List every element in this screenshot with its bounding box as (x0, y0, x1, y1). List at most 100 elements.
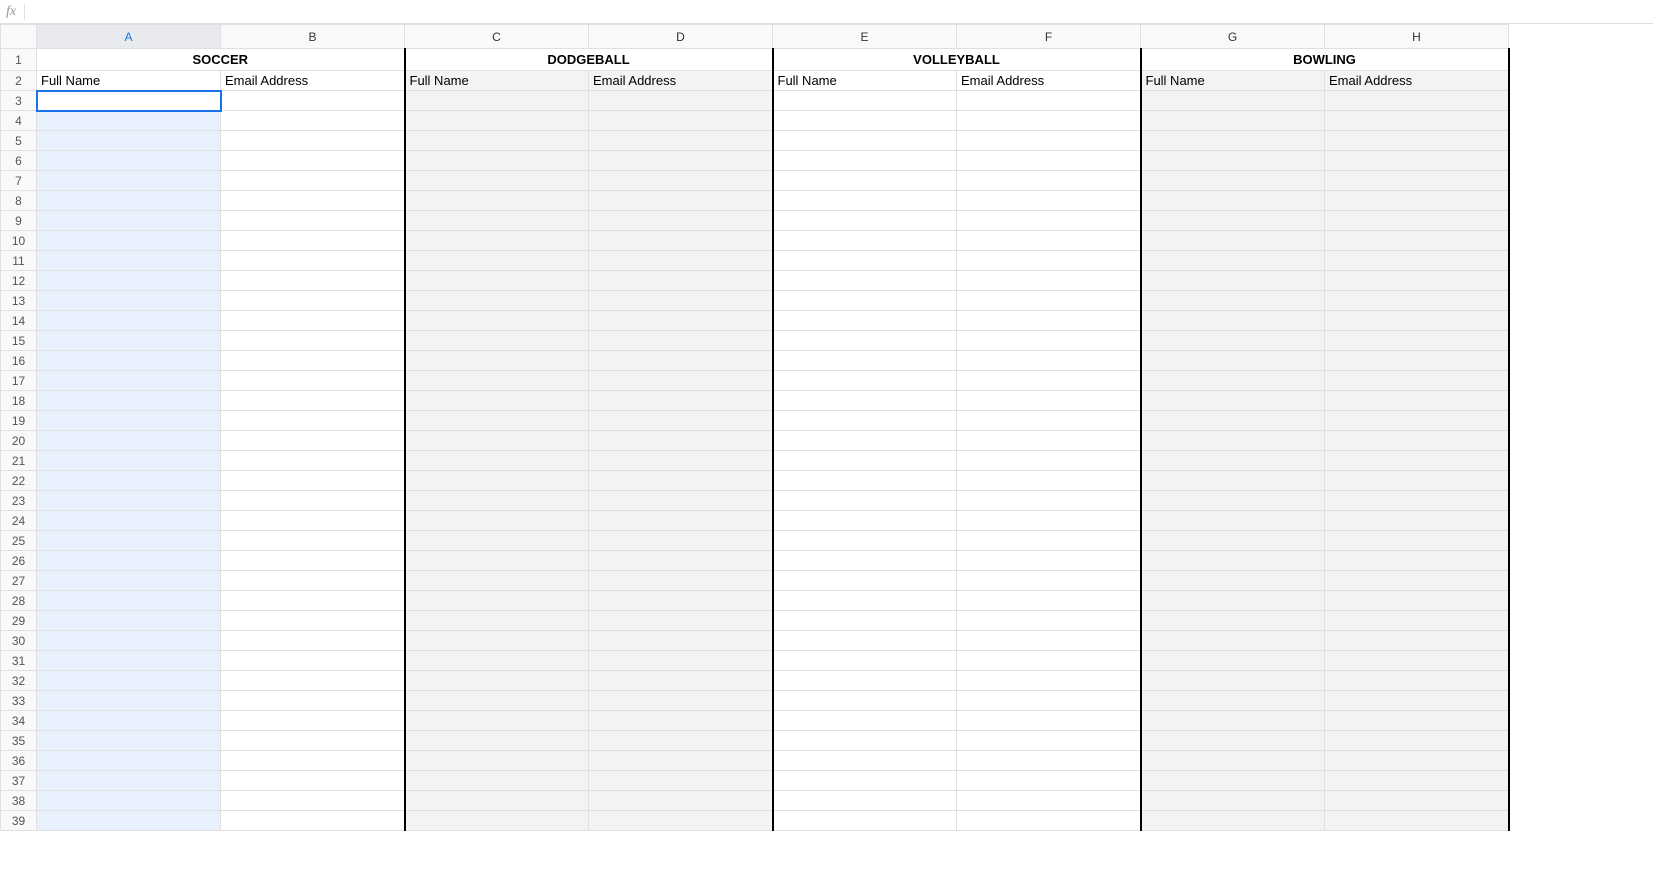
cell-A-27[interactable] (37, 571, 221, 591)
cell-E-6[interactable] (773, 151, 957, 171)
cell-B-11[interactable] (221, 251, 405, 271)
cell-B-28[interactable] (221, 591, 405, 611)
cell-C-11[interactable] (405, 251, 589, 271)
cell-D-36[interactable] (589, 751, 773, 771)
cell-G-38[interactable] (1141, 791, 1325, 811)
cell-C-21[interactable] (405, 451, 589, 471)
cell-G-8[interactable] (1141, 191, 1325, 211)
cell-B-19[interactable] (221, 411, 405, 431)
select-all-corner[interactable] (1, 25, 37, 49)
cell-H-38[interactable] (1325, 791, 1509, 811)
cell-E-29[interactable] (773, 611, 957, 631)
cell-B-24[interactable] (221, 511, 405, 531)
cell-A-7[interactable] (37, 171, 221, 191)
cell-F-15[interactable] (957, 331, 1141, 351)
row-header-21[interactable]: 21 (1, 451, 37, 471)
cell-C-25[interactable] (405, 531, 589, 551)
cell-C-8[interactable] (405, 191, 589, 211)
cell-B-38[interactable] (221, 791, 405, 811)
cell-H-7[interactable] (1325, 171, 1509, 191)
cell-C-19[interactable] (405, 411, 589, 431)
cell-E-34[interactable] (773, 711, 957, 731)
cell-A-30[interactable] (37, 631, 221, 651)
cell-B-14[interactable] (221, 311, 405, 331)
full-name-header-a[interactable]: Full Name (37, 71, 221, 91)
cell-A-12[interactable] (37, 271, 221, 291)
row-header-37[interactable]: 37 (1, 771, 37, 791)
cell-H-25[interactable] (1325, 531, 1509, 551)
cell-E-15[interactable] (773, 331, 957, 351)
cell-H-31[interactable] (1325, 651, 1509, 671)
row-header-31[interactable]: 31 (1, 651, 37, 671)
row-header-12[interactable]: 12 (1, 271, 37, 291)
row-header-30[interactable]: 30 (1, 631, 37, 651)
cell-C-18[interactable] (405, 391, 589, 411)
cell-F-9[interactable] (957, 211, 1141, 231)
cell-D-25[interactable] (589, 531, 773, 551)
cell-F-20[interactable] (957, 431, 1141, 451)
cell-D-13[interactable] (589, 291, 773, 311)
cell-C-14[interactable] (405, 311, 589, 331)
cell-F-6[interactable] (957, 151, 1141, 171)
cell-B-35[interactable] (221, 731, 405, 751)
cell-E-37[interactable] (773, 771, 957, 791)
cell-G-9[interactable] (1141, 211, 1325, 231)
cell-G-26[interactable] (1141, 551, 1325, 571)
full-name-header-g[interactable]: Full Name (1141, 71, 1325, 91)
cell-H-6[interactable] (1325, 151, 1509, 171)
cell-F-28[interactable] (957, 591, 1141, 611)
cell-H-14[interactable] (1325, 311, 1509, 331)
row-header-5[interactable]: 5 (1, 131, 37, 151)
cell-G-24[interactable] (1141, 511, 1325, 531)
cell-A-16[interactable] (37, 351, 221, 371)
cell-E-4[interactable] (773, 111, 957, 131)
cell-G-31[interactable] (1141, 651, 1325, 671)
cell-F-23[interactable] (957, 491, 1141, 511)
cell-H-22[interactable] (1325, 471, 1509, 491)
cell-E-9[interactable] (773, 211, 957, 231)
cell-D-15[interactable] (589, 331, 773, 351)
cell-E-24[interactable] (773, 511, 957, 531)
cell-D-33[interactable] (589, 691, 773, 711)
cell-E-17[interactable] (773, 371, 957, 391)
cell-C-3[interactable] (405, 91, 589, 111)
cell-B-39[interactable] (221, 811, 405, 831)
cell-B-12[interactable] (221, 271, 405, 291)
cell-G-23[interactable] (1141, 491, 1325, 511)
cell-F-33[interactable] (957, 691, 1141, 711)
cell-D-9[interactable] (589, 211, 773, 231)
cell-F-12[interactable] (957, 271, 1141, 291)
cell-C-24[interactable] (405, 511, 589, 531)
cell-F-22[interactable] (957, 471, 1141, 491)
cell-A-33[interactable] (37, 691, 221, 711)
cell-C-7[interactable] (405, 171, 589, 191)
cell-E-36[interactable] (773, 751, 957, 771)
cell-G-36[interactable] (1141, 751, 1325, 771)
cell-D-38[interactable] (589, 791, 773, 811)
cell-A-36[interactable] (37, 751, 221, 771)
cell-B-34[interactable] (221, 711, 405, 731)
cell-G-17[interactable] (1141, 371, 1325, 391)
cell-H-23[interactable] (1325, 491, 1509, 511)
cell-B-10[interactable] (221, 231, 405, 251)
cell-E-31[interactable] (773, 651, 957, 671)
cell-H-13[interactable] (1325, 291, 1509, 311)
row-header-28[interactable]: 28 (1, 591, 37, 611)
cell-E-28[interactable] (773, 591, 957, 611)
row-header-34[interactable]: 34 (1, 711, 37, 731)
cell-B-16[interactable] (221, 351, 405, 371)
column-header-d[interactable]: D (589, 25, 773, 49)
cell-G-22[interactable] (1141, 471, 1325, 491)
row-header-33[interactable]: 33 (1, 691, 37, 711)
cell-A-11[interactable] (37, 251, 221, 271)
cell-F-32[interactable] (957, 671, 1141, 691)
cell-C-28[interactable] (405, 591, 589, 611)
cell-A-18[interactable] (37, 391, 221, 411)
cell-C-35[interactable] (405, 731, 589, 751)
cell-C-15[interactable] (405, 331, 589, 351)
cell-H-35[interactable] (1325, 731, 1509, 751)
cell-A-10[interactable] (37, 231, 221, 251)
cell-E-7[interactable] (773, 171, 957, 191)
row-header-13[interactable]: 13 (1, 291, 37, 311)
cell-E-3[interactable] (773, 91, 957, 111)
